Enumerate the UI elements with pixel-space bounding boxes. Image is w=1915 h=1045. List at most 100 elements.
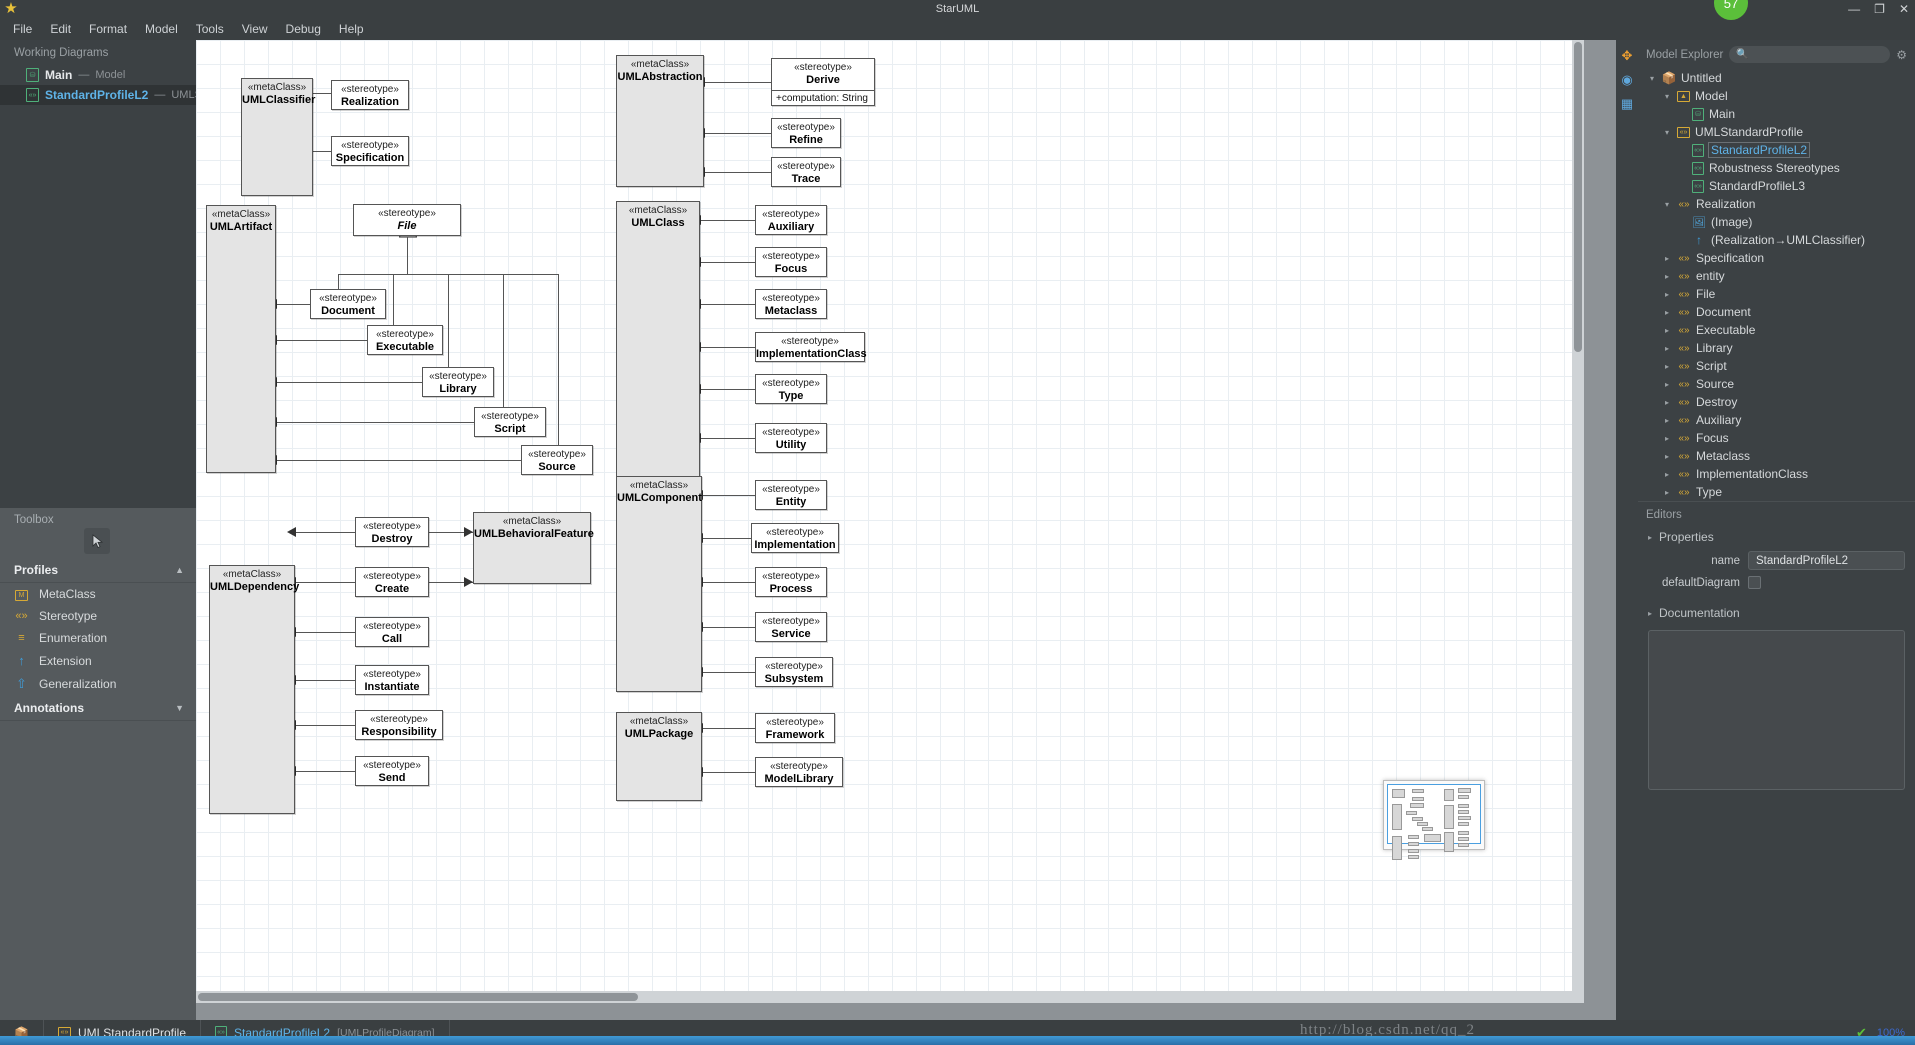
stereotype-node-modellibrary[interactable]: «stereotype» ModelLibrary xyxy=(755,757,843,787)
puzzle-icon[interactable]: ✥ xyxy=(1616,44,1638,68)
tree-twisty[interactable]: ▸ xyxy=(1662,290,1672,299)
stereotype-node-library[interactable]: «stereotype» Library xyxy=(422,367,494,397)
tree-item-image[interactable]: 🖼 (Image) xyxy=(1642,213,1915,231)
tree-item-robustness-stereotypes[interactable]: «» Robustness Stereotypes xyxy=(1642,159,1915,177)
toolbox-item-enumeration[interactable]: ≡ Enumeration xyxy=(0,627,196,649)
stereotype-node-derive[interactable]: «stereotype» Derive +computation: String xyxy=(771,58,875,106)
stereotype-node-framework[interactable]: «stereotype» Framework xyxy=(755,713,835,743)
default-diagram-checkbox[interactable] xyxy=(1748,576,1761,589)
properties-section-header[interactable]: ▸ Properties xyxy=(1638,526,1915,548)
tree-item-umlstandardprofile[interactable]: ▾ «» UMLStandardProfile xyxy=(1642,123,1915,141)
stereotype-node-focus[interactable]: «stereotype» Focus xyxy=(755,247,827,277)
menu-item-edit[interactable]: Edit xyxy=(41,20,80,38)
tree-item-executable[interactable]: ▸ «» Executable xyxy=(1642,321,1915,339)
metaclass-node-umlbehavioralfeature[interactable]: «metaClass» UMLBehavioralFeature xyxy=(473,512,594,584)
tree-item-realization-umlclassifier[interactable]: ↑ (Realization→UMLClassifier) xyxy=(1642,231,1915,249)
tree-item-realization[interactable]: ▾ «» Realization xyxy=(1642,195,1915,213)
menu-item-format[interactable]: Format xyxy=(80,20,136,38)
working-diagram-item-standardprofilel2[interactable]: «» StandardProfileL2— UMLStan xyxy=(0,85,217,105)
tree-twisty[interactable]: ▸ xyxy=(1662,362,1672,371)
horizontal-scroll-thumb[interactable] xyxy=(198,993,638,1001)
toolbox-item-generalization[interactable]: ⇧ Generalization xyxy=(0,672,196,696)
stereotype-node-destroy[interactable]: «stereotype» Destroy xyxy=(355,517,429,547)
stereotype-node-create[interactable]: «stereotype» Create xyxy=(355,567,429,597)
tree-item-standardprofilel3[interactable]: «» StandardProfileL3 xyxy=(1642,177,1915,195)
gear-icon[interactable]: ⚙ xyxy=(1896,48,1907,62)
menu-item-model[interactable]: Model xyxy=(136,20,187,38)
model-explorer-search[interactable]: 🔍 xyxy=(1729,46,1891,63)
tree-twisty[interactable]: ▸ xyxy=(1662,380,1672,389)
documentation-textarea[interactable] xyxy=(1648,630,1905,790)
tree-item-document[interactable]: ▸ «» Document xyxy=(1642,303,1915,321)
tree-item-script[interactable]: ▸ «» Script xyxy=(1642,357,1915,375)
close-button[interactable]: ✕ xyxy=(1899,0,1909,18)
tree-twisty[interactable]: ▾ xyxy=(1647,74,1657,83)
metaclass-node-umlclassifier[interactable]: «metaClass» UMLClassifier xyxy=(241,78,315,196)
tree-twisty[interactable]: ▸ xyxy=(1662,344,1672,353)
documentation-section-header[interactable]: ▸ Documentation xyxy=(1638,602,1915,624)
tree-item-library[interactable]: ▸ «» Library xyxy=(1642,339,1915,357)
tree-item-auxiliary[interactable]: ▸ «» Auxiliary xyxy=(1642,411,1915,429)
metaclass-node-umlabstraction[interactable]: «metaClass» UMLAbstraction xyxy=(616,55,704,187)
stereotype-node-service[interactable]: «stereotype» Service xyxy=(755,612,827,642)
toolbox-item-extension[interactable]: ↑ Extension xyxy=(0,649,196,672)
stereotype-node-instantiate[interactable]: «stereotype» Instantiate xyxy=(355,665,429,695)
canvas-vertical-scrollbar[interactable] xyxy=(1572,40,1584,1003)
tree-item-main[interactable]: ⛁ Main xyxy=(1642,105,1915,123)
stereotype-node-subsystem[interactable]: «stereotype» Subsystem xyxy=(755,657,833,687)
stereotype-node-utility[interactable]: «stereotype» Utility xyxy=(755,423,827,453)
tree-item-file[interactable]: ▸ «» File xyxy=(1642,285,1915,303)
tree-item-metaclass[interactable]: ▸ «» Metaclass xyxy=(1642,447,1915,465)
stereotype-node-entity[interactable]: «stereotype» Entity xyxy=(755,480,827,510)
maximize-button[interactable]: ❐ xyxy=(1874,0,1885,18)
metaclass-node-umlartifact[interactable]: «metaClass» UMLArtifact xyxy=(206,205,276,473)
tree-twisty[interactable]: ▾ xyxy=(1662,128,1672,137)
stereotype-node-specification[interactable]: «stereotype» Specification xyxy=(331,136,409,166)
menu-item-debug[interactable]: Debug xyxy=(277,20,330,38)
tree-twisty[interactable]: ▸ xyxy=(1662,254,1672,263)
tree-twisty[interactable]: ▸ xyxy=(1662,416,1672,425)
tree-item-untitled[interactable]: ▾ 📦 Untitled xyxy=(1642,69,1915,87)
stereotype-node-file[interactable]: «stereotype» File xyxy=(353,204,461,236)
stereotype-node-document[interactable]: «stereotype» Document xyxy=(310,289,386,319)
metaclass-node-umldependency[interactable]: «metaClass» UMLDependency xyxy=(209,565,299,814)
target-icon[interactable]: ◉ xyxy=(1616,68,1638,92)
canvas-horizontal-scrollbar[interactable] xyxy=(196,991,1584,1003)
stereotype-node-script[interactable]: «stereotype» Script xyxy=(474,407,546,437)
tree-item-entity[interactable]: ▸ «» entity xyxy=(1642,267,1915,285)
menu-item-view[interactable]: View xyxy=(233,20,277,38)
stereotype-node-call[interactable]: «stereotype» Call xyxy=(355,617,429,647)
name-input[interactable]: StandardProfileL2 xyxy=(1748,551,1905,570)
stereotype-node-implementation[interactable]: «stereotype» Implementation xyxy=(751,523,839,553)
minimap-viewport[interactable] xyxy=(1387,784,1481,860)
toolbox-item-stereotype[interactable]: «» Stereotype xyxy=(0,605,196,627)
tree-item-focus[interactable]: ▸ «» Focus xyxy=(1642,429,1915,447)
stereotype-node-responsibility[interactable]: «stereotype» Responsibility xyxy=(355,710,443,740)
tree-twisty[interactable]: ▾ xyxy=(1662,92,1672,101)
tree-item-standardprofilel2[interactable]: «» StandardProfileL2 xyxy=(1642,141,1915,159)
toolbox-item-metaclass[interactable]: M MetaClass xyxy=(0,583,196,605)
stereotype-node-trace[interactable]: «stereotype» Trace xyxy=(771,157,841,187)
menu-item-file[interactable]: File xyxy=(4,20,41,38)
grid-icon[interactable]: ▦ xyxy=(1616,92,1638,116)
toolbox-group-profiles[interactable]: Profiles ▲ xyxy=(0,558,196,583)
tree-twisty[interactable]: ▸ xyxy=(1662,470,1672,479)
toolbox-group-annotations[interactable]: Annotations ▼ xyxy=(0,696,196,721)
stereotype-node-send[interactable]: «stereotype» Send xyxy=(355,756,429,786)
tree-twisty[interactable]: ▸ xyxy=(1662,398,1672,407)
tree-twisty[interactable]: ▸ xyxy=(1662,434,1672,443)
tree-twisty[interactable]: ▸ xyxy=(1662,452,1672,461)
stereotype-node-implementationclass[interactable]: «stereotype» ImplementationClass xyxy=(755,332,867,362)
stereotype-node-realization[interactable]: «stereotype» Realization xyxy=(331,80,409,110)
tree-twisty[interactable]: ▸ xyxy=(1662,326,1672,335)
menu-item-help[interactable]: Help xyxy=(330,20,373,38)
stereotype-node-source[interactable]: «stereotype» Source xyxy=(521,445,593,475)
stereotype-node-refine[interactable]: «stereotype» Refine xyxy=(771,118,841,148)
stereotype-node-auxiliary[interactable]: «stereotype» Auxiliary xyxy=(755,205,827,235)
tree-twisty[interactable]: ▸ xyxy=(1662,488,1672,497)
tree-item-destroy[interactable]: ▸ «» Destroy xyxy=(1642,393,1915,411)
tree-item-specification[interactable]: ▸ «» Specification xyxy=(1642,249,1915,267)
tree-twisty[interactable]: ▸ xyxy=(1662,272,1672,281)
minimize-button[interactable]: — xyxy=(1848,0,1860,18)
stereotype-node-metaclass-st[interactable]: «stereotype» Metaclass xyxy=(755,289,827,319)
